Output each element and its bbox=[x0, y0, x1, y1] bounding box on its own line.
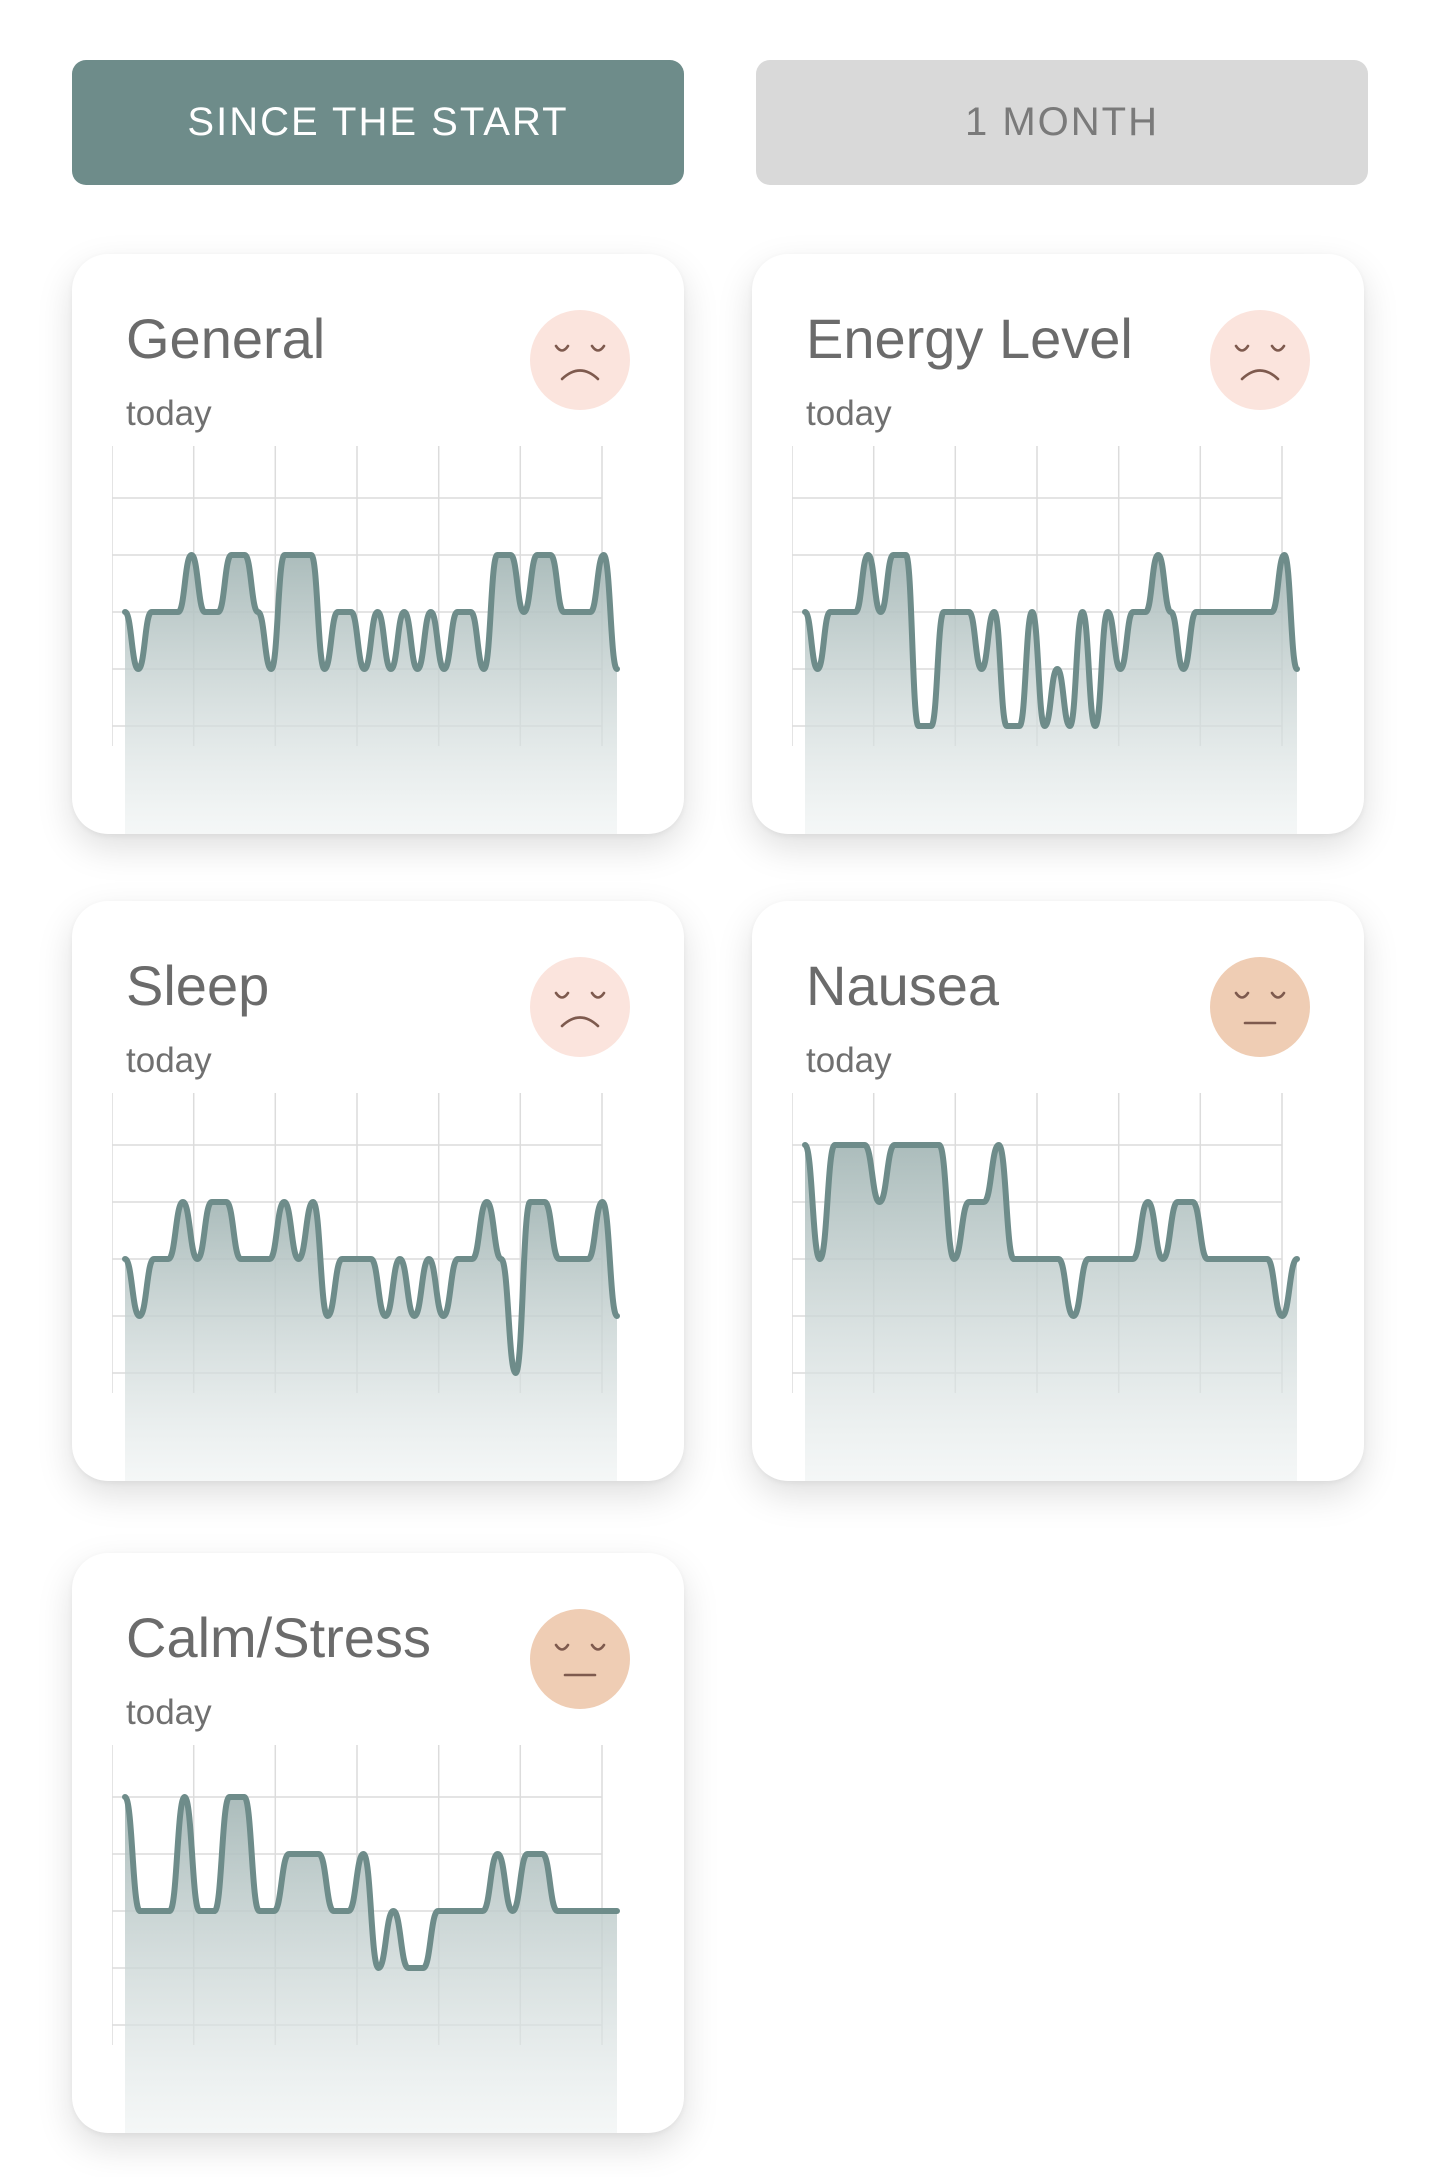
card-subtitle: today bbox=[806, 1041, 892, 1080]
sad-face-icon bbox=[530, 310, 630, 410]
face-background bbox=[530, 957, 630, 1057]
energy-level-chart bbox=[792, 446, 1300, 834]
sad-face-icon bbox=[1210, 310, 1310, 410]
chart-area bbox=[805, 1145, 1297, 1481]
card-calm-stress[interactable]: Calm/Stress today bbox=[72, 1553, 684, 2133]
neutral-face-icon bbox=[530, 1609, 630, 1709]
period-tabs: SINCE THE START 1 MONTH bbox=[72, 60, 1368, 185]
card-subtitle: today bbox=[126, 1693, 212, 1732]
chart-area bbox=[125, 1202, 617, 1481]
sad-face-icon bbox=[530, 957, 630, 1057]
card-general[interactable]: General today bbox=[72, 254, 684, 834]
card-nausea[interactable]: Nausea today bbox=[752, 901, 1364, 1481]
sleep-chart bbox=[112, 1093, 620, 1481]
nausea-chart bbox=[792, 1093, 1300, 1481]
card-subtitle: today bbox=[806, 394, 892, 433]
card-energy-level[interactable]: Energy Level today bbox=[752, 254, 1364, 834]
card-sleep[interactable]: Sleep today bbox=[72, 901, 684, 1481]
face-background bbox=[530, 310, 630, 410]
general-chart bbox=[112, 446, 620, 834]
card-title: Nausea bbox=[806, 954, 1000, 1017]
calm-stress-chart bbox=[112, 1745, 620, 2133]
face-background bbox=[530, 1609, 630, 1709]
card-title: Calm/Stress bbox=[126, 1606, 431, 1669]
card-title: General bbox=[126, 307, 326, 370]
card-subtitle: today bbox=[126, 394, 212, 433]
card-title: Energy Level bbox=[806, 307, 1133, 370]
tab-1-month[interactable]: 1 MONTH bbox=[756, 60, 1368, 185]
tab-since-the-start[interactable]: SINCE THE START bbox=[72, 60, 684, 185]
card-subtitle: today bbox=[126, 1041, 212, 1080]
face-background bbox=[1210, 957, 1310, 1057]
neutral-face-icon bbox=[1210, 957, 1310, 1057]
chart-area bbox=[125, 1797, 617, 2133]
face-background bbox=[1210, 310, 1310, 410]
card-title: Sleep bbox=[126, 954, 270, 1017]
